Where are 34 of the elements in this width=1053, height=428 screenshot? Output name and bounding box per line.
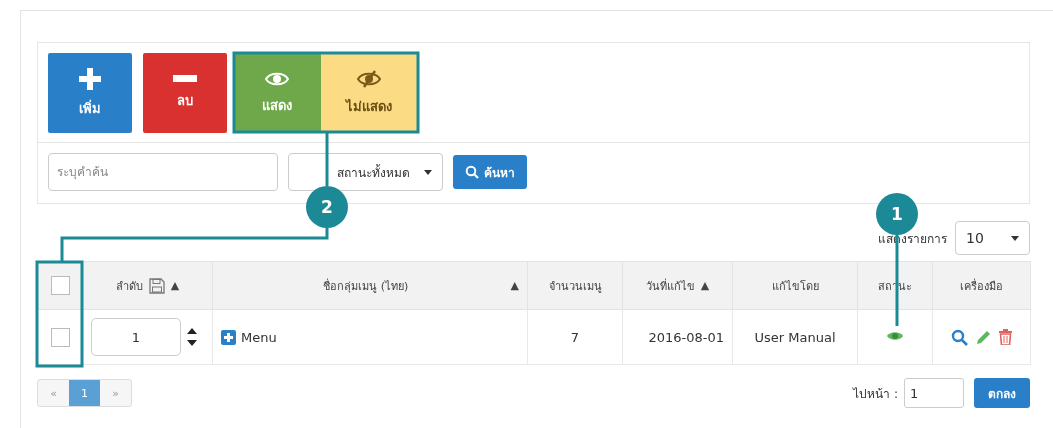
add-button[interactable]: เพิ่ม [48, 53, 132, 133]
eye-slash-icon [357, 69, 381, 88]
up-down-icon[interactable] [187, 326, 197, 348]
delete-button[interactable]: ลบ [143, 53, 227, 133]
row-checkbox[interactable] [50, 327, 70, 347]
pencil-icon[interactable] [976, 329, 991, 345]
eye-icon [265, 70, 289, 87]
column-header: แก้ไขโดย [770, 278, 820, 295]
select-all-checkbox[interactable] [50, 276, 70, 295]
trash-icon[interactable] [999, 329, 1012, 345]
table-cell: User Manual [754, 329, 836, 345]
table-cell: 7 [570, 329, 580, 345]
page-size-dropdown[interactable]: 10 [955, 221, 1030, 255]
ok-button[interactable]: ตกลง [974, 378, 1030, 408]
hide-button[interactable]: ไม่แสดง [321, 53, 417, 133]
goto-page-label: ไปหน้า : [853, 385, 898, 403]
search-icon [465, 165, 479, 179]
search-field[interactable]: ระบุคำค้น [48, 153, 278, 191]
column-header: จำนวนเมนู [547, 278, 603, 295]
goto-page-field[interactable]: 1 [904, 378, 964, 408]
search-button[interactable]: ค้นหา [453, 155, 527, 189]
table-cell: Menu [241, 329, 277, 345]
search-icon[interactable] [951, 328, 968, 346]
plus-square-icon[interactable] [221, 329, 236, 345]
order-field[interactable]: 1 [91, 318, 181, 356]
step-badge: 2 [306, 186, 348, 228]
column-header: เครื่องมือ [959, 277, 1004, 295]
step-badge: 1 [876, 193, 918, 235]
leader-line [325, 132, 329, 186]
table-cell: 2016-08-01 [648, 329, 724, 345]
minus-icon [173, 75, 197, 82]
plus-icon [79, 67, 101, 90]
save-icon [148, 277, 165, 294]
eye-icon[interactable] [886, 329, 904, 342]
